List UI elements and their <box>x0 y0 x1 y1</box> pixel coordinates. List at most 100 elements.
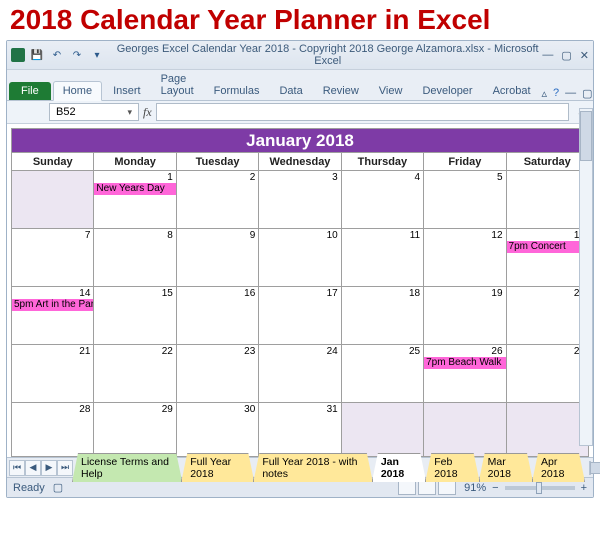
calendar-cell[interactable]: 23 <box>176 345 258 403</box>
tab-home[interactable]: Home <box>53 81 102 101</box>
calendar-cell[interactable]: 25 <box>341 345 423 403</box>
redo-icon[interactable]: ↷ <box>69 47 85 63</box>
inner-minimize-icon[interactable]: — <box>565 87 576 100</box>
sheet-tab[interactable]: Apr 2018 <box>532 453 585 482</box>
calendar-cell[interactable]: 3 <box>259 171 341 229</box>
calendar-event[interactable]: 5pm Art in the Park <box>12 299 93 311</box>
tab-nav-next-icon[interactable]: ▶ <box>41 460 57 476</box>
close-icon[interactable]: ✕ <box>580 49 589 62</box>
day-number: 7 <box>85 230 91 241</box>
tab-data[interactable]: Data <box>270 82 311 100</box>
calendar-cell[interactable]: 10 <box>259 229 341 287</box>
ribbon-minimize-icon[interactable]: ▵ <box>542 87 548 100</box>
calendar-cell[interactable]: 31 <box>259 403 341 457</box>
calendar-cell[interactable] <box>12 171 94 229</box>
calendar-cell[interactable]: 11 <box>341 229 423 287</box>
hscroll-thumb[interactable] <box>590 462 600 474</box>
tab-developer[interactable]: Developer <box>413 82 481 100</box>
calendar-cell[interactable]: 22 <box>94 345 176 403</box>
calendar-cell[interactable] <box>506 403 588 457</box>
minimize-icon[interactable]: — <box>542 49 553 62</box>
view-page-layout-button[interactable] <box>418 481 436 495</box>
worksheet-area[interactable]: January 2018 SundayMondayTuesdayWednesda… <box>7 124 593 457</box>
document-title: Georges Excel Calendar Year 2018 - Copyr… <box>113 43 542 67</box>
calendar-cell[interactable]: 7 <box>12 229 94 287</box>
calendar-cell[interactable] <box>424 403 506 457</box>
tab-page-layout[interactable]: Page Layout <box>152 70 203 100</box>
inner-restore-icon[interactable]: ▢ <box>582 87 592 100</box>
calendar-cell[interactable]: 30 <box>176 403 258 457</box>
calendar-cell[interactable]: 28 <box>12 403 94 457</box>
calendar-cell[interactable]: 20 <box>506 287 588 345</box>
status-ready: Ready <box>13 482 45 494</box>
undo-icon[interactable]: ↶ <box>49 47 65 63</box>
day-number: 18 <box>409 288 420 299</box>
sheet-tab[interactable]: License Terms and Help <box>72 453 182 482</box>
namebox-dropdown-icon[interactable]: ▾ <box>127 107 132 118</box>
calendar-cell[interactable]: 18 <box>341 287 423 345</box>
calendar-cell[interactable]: 17 <box>259 287 341 345</box>
sheet-tab[interactable]: Full Year 2018 <box>181 453 254 482</box>
view-normal-button[interactable] <box>398 481 416 495</box>
help-icon[interactable]: ? <box>553 87 559 100</box>
calendar-grid: January 2018 SundayMondayTuesdayWednesda… <box>11 128 589 457</box>
day-number: 21 <box>79 346 90 357</box>
vscroll-thumb[interactable] <box>580 111 592 161</box>
tab-file[interactable]: File <box>9 82 51 100</box>
zoom-thumb[interactable] <box>536 482 542 494</box>
view-page-break-button[interactable] <box>438 481 456 495</box>
calendar-cell[interactable]: 9 <box>176 229 258 287</box>
horizontal-scrollbar[interactable] <box>589 461 591 475</box>
formula-bar[interactable] <box>156 103 569 121</box>
tab-review[interactable]: Review <box>314 82 368 100</box>
save-icon[interactable]: 💾 <box>29 47 45 63</box>
vertical-scrollbar[interactable] <box>579 108 593 446</box>
day-header: Monday <box>94 153 176 171</box>
name-box[interactable]: B52 ▾ <box>49 103 139 121</box>
calendar-cell[interactable]: 145pm Art in the Park <box>12 287 94 345</box>
calendar-cell[interactable]: 16 <box>176 287 258 345</box>
calendar-cell[interactable]: 19 <box>424 287 506 345</box>
calendar-cell[interactable]: 8 <box>94 229 176 287</box>
day-number: 5 <box>497 172 503 183</box>
calendar-cell[interactable]: 1New Years Day <box>94 171 176 229</box>
tab-nav-first-icon[interactable]: ⏮ <box>9 460 25 476</box>
zoom-in-button[interactable]: + <box>581 482 587 494</box>
calendar-event[interactable]: New Years Day <box>94 183 175 195</box>
calendar-cell[interactable]: 137pm Concert <box>506 229 588 287</box>
sheet-tab[interactable]: Mar 2018 <box>479 453 533 482</box>
sheet-tab[interactable]: Jan 2018 <box>372 453 426 482</box>
tab-formulas[interactable]: Formulas <box>205 82 269 100</box>
macro-record-icon[interactable]: ▢ <box>53 481 63 494</box>
day-number: 31 <box>327 404 338 415</box>
calendar-cell[interactable]: 5 <box>424 171 506 229</box>
calendar-cell[interactable]: 6 <box>506 171 588 229</box>
tab-view[interactable]: View <box>370 82 412 100</box>
day-number: 4 <box>415 172 421 183</box>
fx-icon[interactable]: fx <box>143 105 152 120</box>
sheet-tab[interactable]: Feb 2018 <box>425 453 479 482</box>
tab-insert[interactable]: Insert <box>104 82 150 100</box>
calendar-cell[interactable]: 2 <box>176 171 258 229</box>
calendar-cell[interactable]: 21 <box>12 345 94 403</box>
calendar-cell[interactable]: 29 <box>94 403 176 457</box>
calendar-cell[interactable]: 267pm Beach Walk <box>424 345 506 403</box>
tab-acrobat[interactable]: Acrobat <box>484 82 540 100</box>
calendar-cell[interactable]: 4 <box>341 171 423 229</box>
calendar-cell[interactable]: 24 <box>259 345 341 403</box>
calendar-cell[interactable] <box>341 403 423 457</box>
calendar-cell[interactable]: 12 <box>424 229 506 287</box>
tab-nav-prev-icon[interactable]: ◀ <box>25 460 41 476</box>
maximize-icon[interactable]: ▢ <box>561 49 571 62</box>
zoom-out-button[interactable]: − <box>492 482 498 494</box>
zoom-slider[interactable] <box>505 486 575 490</box>
calendar-event[interactable]: 7pm Concert <box>507 241 588 253</box>
calendar-cell[interactable]: 15 <box>94 287 176 345</box>
calendar-event[interactable]: 7pm Beach Walk <box>424 357 505 369</box>
day-header: Saturday <box>506 153 588 171</box>
qat-dropdown-icon[interactable]: ▾ <box>89 47 105 63</box>
day-number: 12 <box>491 230 502 241</box>
sheet-tab[interactable]: Full Year 2018 - with notes <box>253 453 373 482</box>
tab-nav-last-icon[interactable]: ⏭ <box>57 460 73 476</box>
calendar-cell[interactable]: 27 <box>506 345 588 403</box>
